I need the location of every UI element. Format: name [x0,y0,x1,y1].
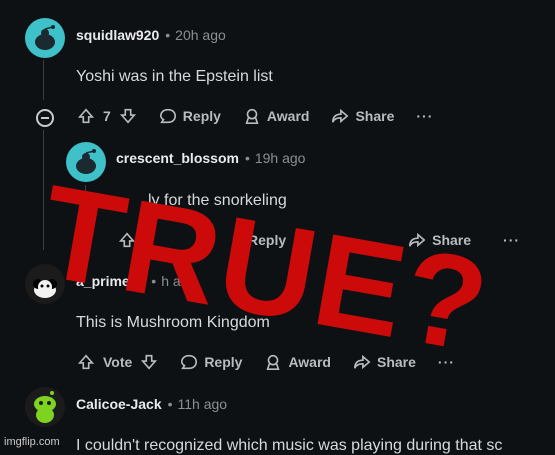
thread-line [43,60,44,100]
vote-control: 7 [77,107,137,125]
more-options-button[interactable]: ··· [503,232,520,248]
username[interactable]: crescent_blossom [116,150,239,166]
vote-control: Vote [77,353,158,371]
comment-actions: 7 Reply Award Share ··· [77,104,433,128]
upvote-icon[interactable] [77,107,95,125]
comment-body: Yoshi was in the Epstein list [76,68,273,85]
vote-label: Vote [103,354,133,370]
timestamp: 11h ago [177,396,228,412]
comment-body: I couldn't recognized which music was pl… [76,437,503,454]
reply-button[interactable]: Reply [180,353,242,371]
award-icon [266,354,280,371]
watermark: imgflip.com [4,436,60,448]
timestamp: 20h ago [175,27,226,43]
comment-bubble-icon [159,108,176,124]
comment-meta: Calicoe-Jack • 11h ago [76,396,228,412]
share-icon [332,108,349,124]
downvote-icon[interactable] [140,353,158,371]
avatar[interactable] [25,18,65,58]
green-snoo-icon [34,391,56,423]
username[interactable]: Calicoe-Jack [76,396,162,412]
vote-count: 7 [103,108,111,124]
avatar[interactable] [25,387,65,427]
snoo-icon [35,25,55,50]
overlay-text: TRUE? [30,157,500,381]
more-options-button[interactable]: ··· [416,108,433,124]
collapse-thread-button[interactable] [36,109,54,127]
downvote-icon[interactable] [119,107,137,125]
share-button[interactable]: Share [331,107,394,125]
username[interactable]: squidlaw920 [76,27,159,43]
award-button[interactable]: Award [264,353,331,371]
comment-meta: squidlaw920 • 20h ago [76,27,226,43]
award-button[interactable]: Award [243,107,309,125]
timestamp: 19h ago [254,150,306,166]
award-icon [245,108,259,125]
upvote-icon[interactable] [77,353,95,371]
comment-bubble-icon [181,354,198,370]
reply-button[interactable]: Reply [159,107,221,125]
comment-meta: crescent_blossom • 19h ago [116,150,306,166]
